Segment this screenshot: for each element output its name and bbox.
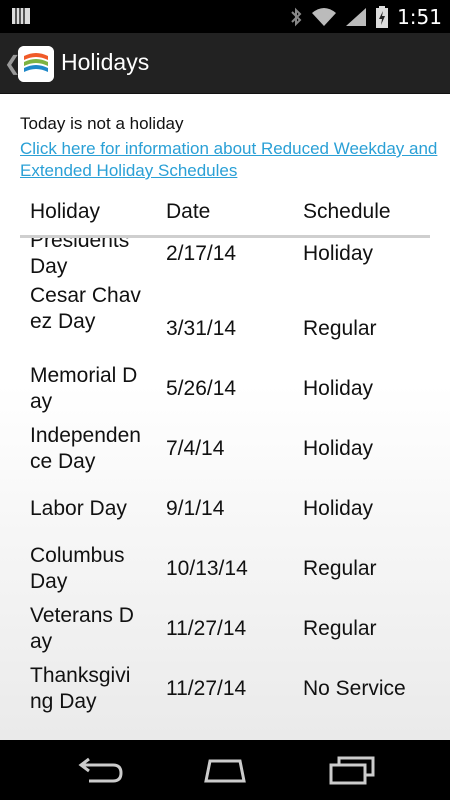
table-row: Presidents Day 2/17/14 Holiday [0,238,450,284]
sim-notification-icon [12,8,30,24]
status-time: 1:51 [397,4,442,29]
column-header-date: Date [166,200,211,223]
bluetooth-icon [291,7,302,26]
holiday-name: Memorial Day [30,364,138,413]
home-icon[interactable] [200,755,250,785]
back-icon[interactable] [75,755,125,785]
holiday-name: Labor Day [30,497,127,520]
holiday-schedule: Holiday [303,497,374,520]
holiday-schedule: Holiday [303,242,374,265]
recent-apps-icon[interactable] [327,755,377,785]
action-bar: ❮ Holidays [0,33,450,94]
table-row: Cesar Chavez Day 3/31/14 Regular [0,282,450,360]
holiday-name: Columbus Day [30,544,125,593]
table-row: Veterans Day 11/27/14 Regular [0,604,450,667]
page-title: Holidays [61,49,150,75]
holiday-date: 5/26/14 [166,377,237,400]
holiday-name: Presidents Day [30,238,130,278]
column-header-schedule: Schedule [303,200,391,223]
today-status-text: Today is not a holiday [20,114,184,133]
holiday-schedule: Holiday [303,377,374,400]
status-icons: 1:51 [289,4,442,29]
holiday-schedule: Regular [303,317,377,340]
table-header: Holiday Date Schedule [20,192,430,236]
signal-icon [346,7,367,26]
table-row: Independence Day 7/4/14 Holiday [0,424,450,487]
holiday-schedule: Regular [303,557,377,580]
table-row: Labor Day 9/1/14 Holiday [0,487,450,547]
holiday-name: Thanksgiving Day [30,664,131,713]
table-row: Thanksgiving Day 11/27/14 No Service [0,664,450,727]
column-header-holiday: Holiday [30,200,101,223]
holiday-date: 9/1/14 [166,497,225,520]
holiday-date: 10/13/14 [166,557,248,580]
holiday-name: Independence Day [30,424,141,473]
navigation-bar [0,740,450,800]
status-bar: 1:51 [0,0,450,33]
battery-charging-icon [376,5,389,28]
holiday-date: 3/31/14 [166,317,237,340]
table-row: Columbus Day 10/13/14 Regular [0,544,450,607]
holiday-name: Veterans Day [30,604,134,653]
table-row: Memorial Day 5/26/14 Holiday [0,364,450,427]
holiday-schedule: Holiday [303,437,374,460]
holiday-list[interactable]: Presidents Day 2/17/14 Holiday Cesar Cha… [0,238,450,738]
app-logo-icon [18,46,54,82]
holiday-date: 2/17/14 [166,242,237,265]
holiday-schedule: No Service [303,677,406,700]
holiday-schedule: Regular [303,617,377,640]
holiday-date: 11/27/14 [166,677,247,700]
schedule-info-link[interactable]: Click here for information about Reduced… [20,138,440,182]
wifi-icon [312,7,337,26]
holiday-name: Cesar Chavez Day [30,284,141,333]
holiday-date: 11/27/14 [166,617,247,640]
up-navigation[interactable]: ❮ Holidays [0,33,240,93]
holiday-date: 7/4/14 [166,437,225,460]
holidays-content: Today is not a holiday Click here for in… [0,94,450,740]
